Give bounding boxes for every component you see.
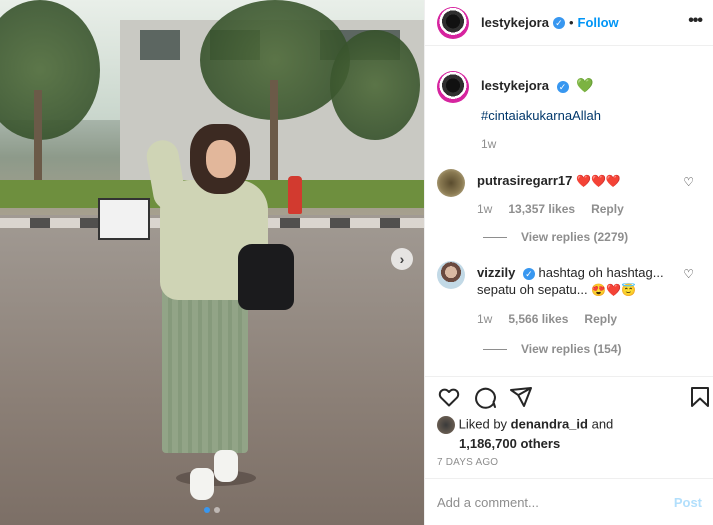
follow-button[interactable]: Follow [578,15,619,30]
photo-sign [98,198,150,240]
comment-likes[interactable]: 13,357 likes [508,202,575,216]
heart-icon[interactable]: ♡ [683,175,694,189]
carousel-dots [0,507,424,513]
heart-icon[interactable] [437,385,461,409]
post-header: lestykejora ✓ • Follow ••• [425,0,713,46]
add-comment-bar: Post [425,478,713,525]
comment-likes[interactable]: 5,566 likes [508,311,568,328]
comment-text: hashtag oh hashtag... [538,265,664,280]
likes-summary: Liked by denandra_id and 1,186,700 other… [437,416,707,451]
chevron-right-icon: › [399,251,405,267]
verified-icon: ✓ [556,80,569,93]
photo-hydrant [288,176,302,214]
post-photo[interactable]: › [0,0,424,525]
comment-item: vizzily ✓ hashtag oh hashtag... sepatu o… [437,261,702,356]
avatar[interactable] [437,416,455,434]
figure-shoe [214,450,238,482]
reply-button[interactable]: Reply [584,311,617,328]
comment-input[interactable] [437,494,674,510]
caption-hashtag[interactable]: #cintaiakukarnaAllah [481,108,601,123]
view-replies-label: View replies (154) [521,342,622,356]
comment-emoji: 😍❤️😇 [591,283,637,297]
figure-face [206,140,236,178]
comment-icon[interactable] [473,385,497,409]
header-username[interactable]: lestykejora [481,15,549,30]
figure-bag [238,244,294,310]
figure-shoe [190,468,214,500]
comment-item: putrasiregarr17 ❤️❤️❤️ 1w 13,357 likes R… [437,169,702,244]
next-image-button[interactable]: › [391,248,413,270]
comment-text: sepatu oh sepatu... [477,282,588,297]
comment-text: ❤️❤️❤️ [576,174,621,188]
avatar[interactable] [437,169,465,197]
view-replies-button[interactable]: View replies (2279) [483,230,702,244]
comment-time[interactable]: 1w [477,311,492,328]
caption-time[interactable]: 1w [481,137,496,151]
bookmark-icon[interactable] [688,385,712,409]
verified-icon: ✓ [552,16,565,29]
comment-username[interactable]: vizzily [477,265,515,280]
comment-time[interactable]: 1w [477,202,492,216]
more-icon[interactable]: ••• [688,12,703,30]
likes-user[interactable]: denandra_id [511,416,588,431]
caption-username[interactable]: lestykejora [481,78,549,93]
share-icon[interactable] [509,385,533,409]
avatar[interactable] [437,6,469,39]
view-replies-button[interactable]: View replies (154) [483,342,702,356]
post-timestamp[interactable]: 7 DAYS AGO [437,457,498,468]
carousel-dot-active [204,507,210,513]
green-heart-icon: 💚 [576,77,594,93]
photo-tree [330,30,420,140]
comment-username[interactable]: putrasiregarr17 [477,173,572,188]
action-bar [425,376,713,420]
post-side-panel: lestykejora ✓ • Follow ••• lestykejora ✓… [424,0,713,525]
view-replies-label: View replies (2279) [521,230,629,244]
header-separator: • [568,15,574,30]
replies-line [483,236,507,238]
verified-icon: ✓ [522,267,535,280]
carousel-dot [214,507,220,513]
likes-and: and [591,416,614,432]
replies-line [483,348,507,350]
likes-prefix: Liked by [458,416,508,432]
avatar[interactable] [437,261,465,289]
post-button[interactable]: Post [674,495,702,510]
photo-tree-trunk [270,80,278,190]
likes-others[interactable]: 1,186,700 others [459,436,560,451]
post-caption: lestykejora ✓ 💚 #cintaiakukarnaAllah 1w [437,71,702,151]
heart-icon[interactable]: ♡ [683,267,694,281]
avatar[interactable] [437,71,469,103]
reply-button[interactable]: Reply [591,202,624,216]
